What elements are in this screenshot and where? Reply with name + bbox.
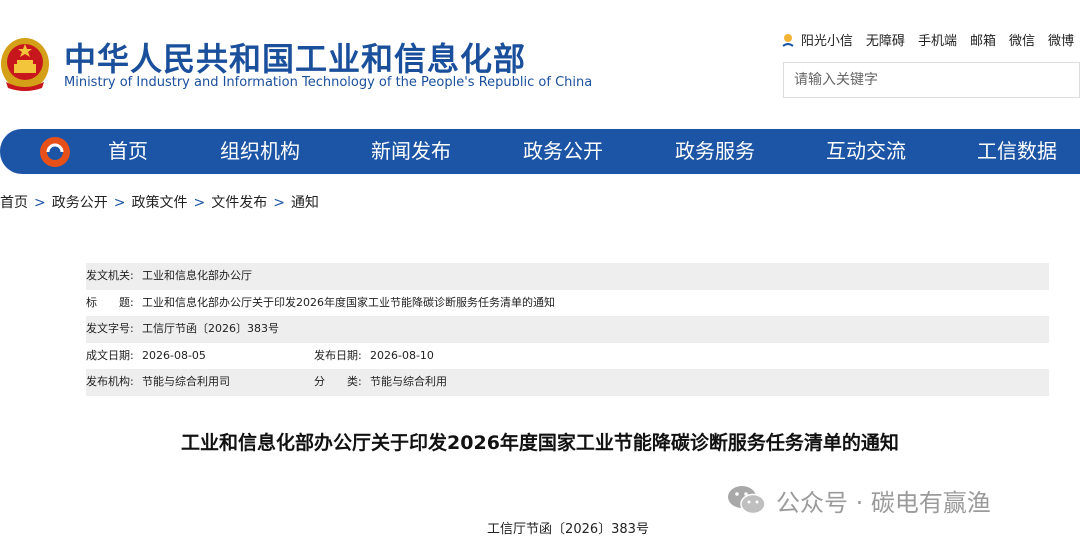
breadcrumb-file-release[interactable]: 文件发布 [211, 195, 267, 211]
breadcrumb-separator: > [34, 195, 46, 211]
document-info-table: 发文机关: 工业和信息化部办公厅 标 题: 工业和信息化部办公厅关于印发2026… [86, 263, 1049, 396]
issuer-label: 发文机关: [86, 269, 134, 282]
link-mobile[interactable]: 手机端 [918, 30, 957, 49]
breadcrumb-separator: > [273, 195, 285, 211]
nav-logo-icon [40, 137, 70, 167]
info-row-issuer: 发文机关: 工业和信息化部办公厅 [86, 263, 1049, 290]
title-label: 标 题: [86, 295, 134, 309]
document-title: 工业和信息化部办公厅关于印发2026年度国家工业节能降碳诊断服务任务清单的通知 [181, 432, 899, 454]
doc-number-label: 发文字号: [86, 322, 134, 335]
created-date-label: 成文日期: [86, 348, 134, 362]
watermark: 公众号 · 碳电有赢渔 [726, 482, 991, 518]
national-emblem-icon [1, 38, 49, 91]
search-box [783, 62, 1080, 98]
sun-icon [782, 33, 794, 47]
info-row-org: 发布机构: 节能与综合利用司 分 类: 节能与综合利用 [86, 369, 1049, 396]
ministry-title-en: Ministry of Industry and Information Tec… [64, 75, 593, 90]
doc-number-value: 工信厅节函〔2026〕383号 [142, 322, 279, 335]
ministry-title-cn: 中华人民共和国工业和信息化部 [64, 40, 527, 78]
org-value: 节能与综合利用司 [142, 375, 230, 388]
watermark-text: 公众号 · 碳电有赢渔 [776, 488, 991, 517]
info-row-title: 标 题: 工业和信息化部办公厅关于印发2026年度国家工业节能降碳诊断服务任务清… [86, 290, 1049, 317]
created-date-value: 2026-08-05 [142, 348, 206, 362]
issuer-value: 工业和信息化部办公厅 [142, 269, 252, 282]
nav-item-home[interactable]: 首页 [108, 129, 148, 174]
main-nav: 首页 组织机构 新闻发布 政务公开 政务服务 互动交流 工信数据 [0, 129, 1080, 174]
breadcrumb-public-affairs[interactable]: 政务公开 [52, 195, 108, 211]
link-wechat[interactable]: 微信 [1009, 30, 1035, 49]
org-label: 发布机构: [86, 375, 134, 388]
nav-item-services[interactable]: 政务服务 [675, 129, 755, 174]
nav-item-data[interactable]: 工信数据 [977, 129, 1057, 174]
title-value: 工业和信息化部办公厅关于印发2026年度国家工业节能降碳诊断服务任务清单的通知 [142, 295, 555, 309]
nav-item-interaction[interactable]: 互动交流 [826, 129, 906, 174]
nav-item-news[interactable]: 新闻发布 [371, 129, 451, 174]
breadcrumb-separator: > [113, 195, 126, 211]
breadcrumb-notice[interactable]: 通知 [291, 195, 319, 211]
info-row-doc-number: 发文字号: 工信厅节函〔2026〕383号 [86, 316, 1049, 343]
link-sunshine[interactable]: 阳光小信 [801, 30, 853, 49]
link-weibo[interactable]: 微博 [1048, 30, 1074, 49]
nav-item-organization[interactable]: 组织机构 [220, 129, 300, 174]
link-accessibility[interactable]: 无障碍 [866, 30, 905, 49]
published-date-label: 发布日期: [314, 348, 362, 362]
breadcrumb-policy-docs[interactable]: 政策文件 [131, 195, 187, 211]
category-value: 节能与综合利用 [370, 375, 447, 388]
wechat-icon [728, 486, 766, 515]
top-links: 阳光小信 无障碍 手机端 邮箱 微信 微博 [780, 30, 1074, 49]
breadcrumb-home[interactable]: 首页 [0, 195, 28, 211]
info-row-dates: 成文日期: 2026-08-05 发布日期: 2026-08-10 [86, 343, 1049, 370]
link-mail[interactable]: 邮箱 [970, 30, 996, 49]
published-date-value: 2026-08-10 [370, 348, 434, 362]
breadcrumb-separator: > [193, 195, 206, 211]
document-number: 工信厅节函〔2026〕383号 [487, 522, 649, 537]
breadcrumb: 首页 > 政务公开 > 政策文件 > 文件发布 > 通知 [0, 192, 319, 212]
search-input[interactable] [784, 63, 1079, 97]
nav-item-public-affairs[interactable]: 政务公开 [523, 129, 603, 174]
category-label: 分 类: [314, 375, 362, 388]
